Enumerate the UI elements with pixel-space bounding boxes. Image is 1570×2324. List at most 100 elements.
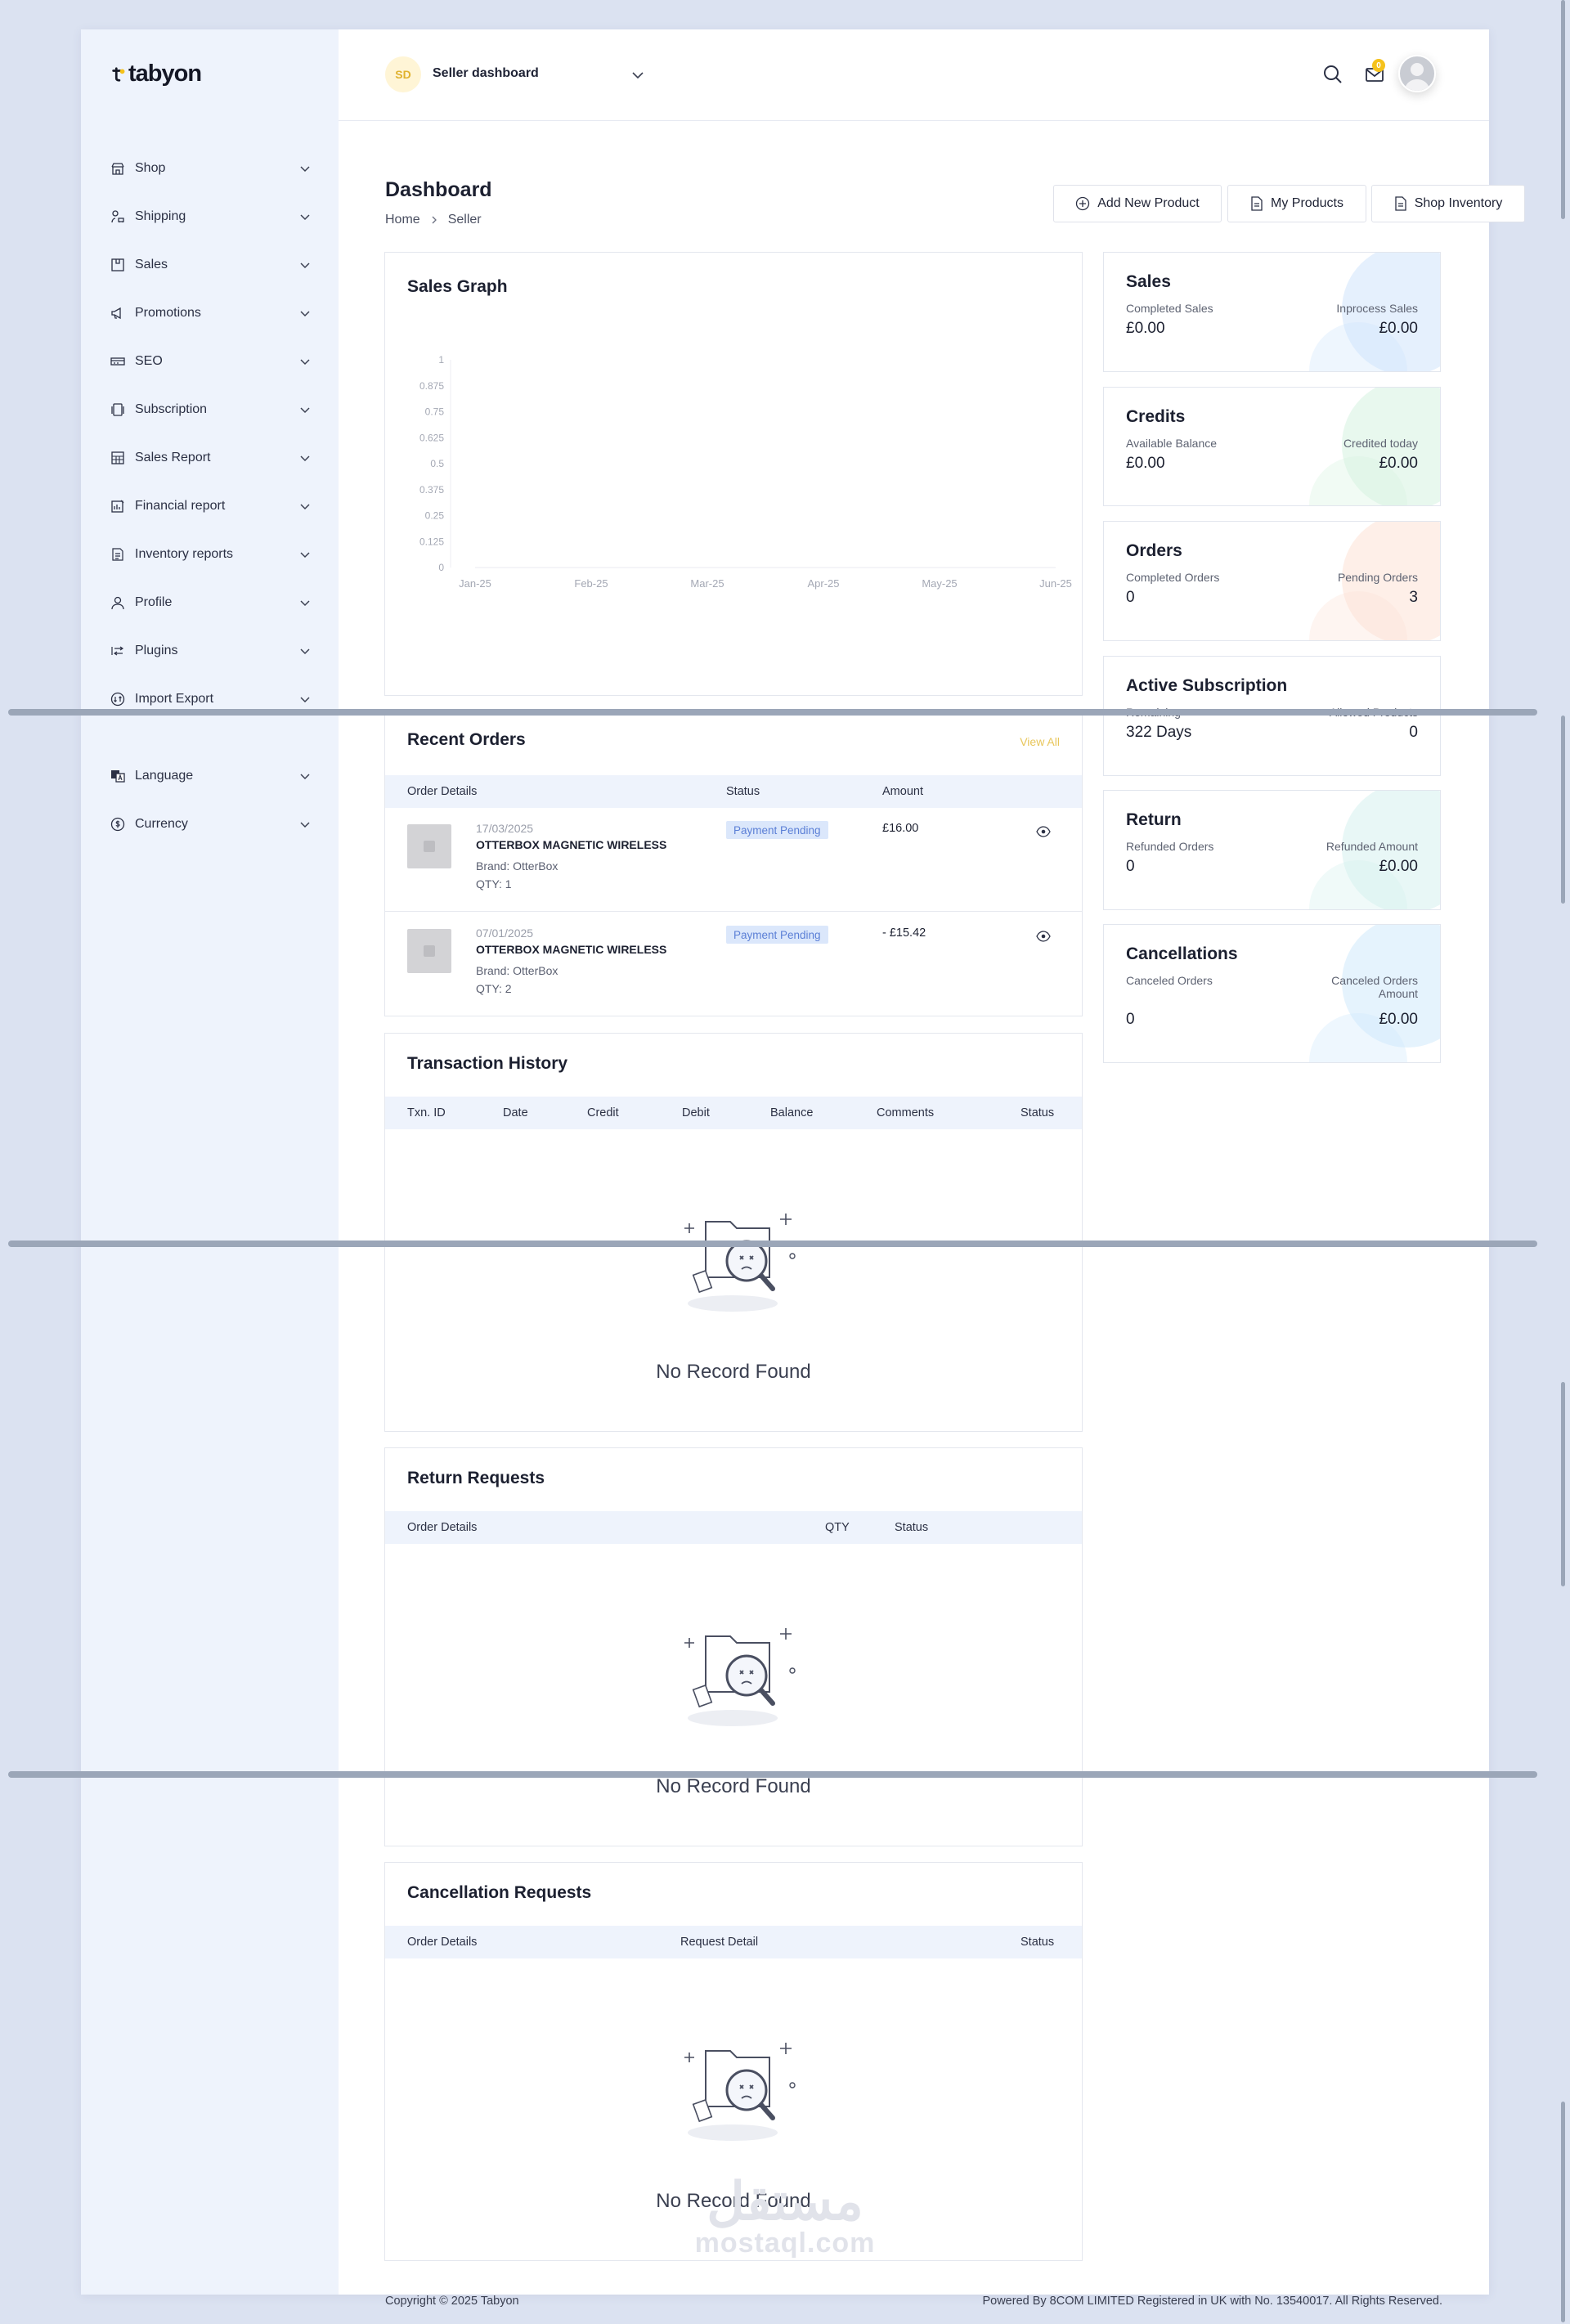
- x-tick-label: Mar-25: [690, 577, 724, 590]
- product-brand: Brand: OtterBox: [476, 859, 558, 873]
- plugin-icon: [110, 644, 125, 658]
- recent-orders-card: Recent Orders View All Order Details Sta…: [384, 711, 1083, 1016]
- stat-right-value: 3: [1409, 589, 1418, 606]
- eye-icon[interactable]: [1036, 826, 1051, 837]
- product-qty: QTY: 2: [476, 982, 512, 995]
- breadcrumb-home[interactable]: Home: [385, 213, 420, 227]
- stat-right-value: 0: [1409, 724, 1418, 741]
- stat-right-label: Inprocess Sales: [1336, 302, 1418, 315]
- chevron-down-icon: [300, 455, 310, 462]
- status-badge: Payment Pending: [726, 821, 828, 839]
- order-date: 07/01/2025: [476, 926, 534, 940]
- plus-circle-icon: [1076, 196, 1090, 211]
- y-tick-label: 1: [438, 354, 444, 366]
- chevron-down-icon: [300, 311, 310, 317]
- app-frame: tabyon Shop Shipping Sales Promotions SE…: [81, 29, 1525, 2308]
- sidebar-item-label: Sales Report: [135, 451, 211, 464]
- import-export-icon: [110, 692, 125, 707]
- product-thumbnail: [407, 824, 451, 868]
- stat-right-value: £0.00: [1379, 1011, 1418, 1028]
- order-amount: £16.00: [882, 822, 919, 835]
- x-tick-label: Jun-25: [1039, 577, 1072, 590]
- stat-title: Sales: [1126, 272, 1171, 291]
- chevron-down-icon: [300, 552, 310, 559]
- shop-inventory-button[interactable]: Shop Inventory: [1371, 185, 1525, 222]
- sidebar-item-label: Shop: [135, 161, 166, 175]
- sidebar-item-sales[interactable]: Sales: [110, 249, 311, 281]
- sales-stat-card: Sales Completed Sales Inprocess Sales £0…: [1103, 252, 1441, 372]
- transaction-history-title: Transaction History: [407, 1054, 568, 1073]
- product-thumbnail: [407, 929, 451, 973]
- table-row[interactable]: 17/03/2025 OTTERBOX MAGNETIC WIRELESS Br…: [385, 808, 1082, 912]
- view-all-link[interactable]: View All: [1020, 735, 1060, 748]
- horizontal-scrollbar[interactable]: [8, 709, 1537, 716]
- vertical-scrollbar[interactable]: [1561, 716, 1565, 904]
- sidebar-item-subscription[interactable]: Subscription: [110, 393, 311, 426]
- sidebar-item-shop[interactable]: Shop: [110, 152, 311, 185]
- stat-left-label: Canceled Orders: [1126, 974, 1213, 987]
- sidebar-item-currency[interactable]: Currency: [110, 808, 311, 841]
- y-tick-label: 0.625: [419, 432, 444, 443]
- sidebar-item-promotions[interactable]: Promotions: [110, 297, 311, 330]
- logo[interactable]: tabyon: [110, 61, 202, 87]
- stat-left-value: 322 Days: [1126, 724, 1192, 741]
- box-icon: [110, 258, 125, 272]
- chevron-down-icon: [300, 600, 310, 607]
- avatar[interactable]: [1398, 55, 1436, 92]
- sidebar-item-inventory-reports[interactable]: Inventory reports: [110, 538, 311, 571]
- stat-left-label: Completed Sales: [1126, 302, 1213, 315]
- my-products-button[interactable]: My Products: [1227, 185, 1366, 222]
- breadcrumb-seller: Seller: [447, 213, 482, 227]
- stat-left-value: 0: [1126, 589, 1135, 606]
- breadcrumb: Home Seller: [385, 213, 482, 227]
- sidebar-item-label: Promotions: [135, 306, 201, 320]
- sidebar-item-label: Import Export: [135, 692, 214, 706]
- product-name[interactable]: OTTERBOX MAGNETIC WIRELESS: [476, 838, 666, 851]
- y-tick-label: 0.25: [425, 510, 445, 522]
- document-icon: [1251, 196, 1263, 211]
- vertical-scrollbar[interactable]: [1561, 0, 1565, 219]
- truck-icon: [110, 209, 125, 224]
- cancellation-requests-header: Order Details Request Detail Status: [385, 1926, 1082, 1958]
- sidebar-item-financial-report[interactable]: Financial report: [110, 490, 311, 523]
- sales-chart: 0 0.125 0.25 0.375 0.5 0.625 0.75 0.875 1 Jan-25 F…: [419, 354, 1072, 590]
- sidebar-item-label: Subscription: [135, 402, 208, 416]
- vertical-scrollbar[interactable]: [1561, 1382, 1565, 1586]
- stat-right-value: £0.00: [1379, 858, 1418, 875]
- col-request-detail: Request Detail: [680, 1936, 759, 1949]
- sidebar-item-seo[interactable]: SEO: [110, 345, 311, 378]
- col-balance: Balance: [770, 1106, 814, 1119]
- stat-title: Orders: [1126, 541, 1182, 560]
- footer-powered-by: Powered By 8COM LIMITED Registered in UK…: [982, 2295, 1442, 2308]
- recent-orders-title: Recent Orders: [407, 730, 526, 749]
- seller-badge: SD: [385, 56, 421, 92]
- horizontal-scrollbar[interactable]: [8, 1241, 1537, 1247]
- chevron-down-icon: [300, 214, 310, 221]
- y-tick-label: 0.5: [430, 458, 444, 469]
- sidebar-item-label: Currency: [135, 817, 188, 831]
- sidebar-item-label: Sales: [135, 258, 168, 271]
- table-row[interactable]: 07/01/2025 OTTERBOX MAGNETIC WIRELESS Br…: [385, 913, 1082, 1016]
- stat-right-label: Pending Orders: [1337, 571, 1418, 584]
- chevron-down-icon[interactable]: [630, 68, 645, 83]
- product-name[interactable]: OTTERBOX MAGNETIC WIRELESS: [476, 943, 666, 956]
- sidebar-item-profile[interactable]: Profile: [110, 586, 311, 619]
- search-icon[interactable]: [1322, 64, 1343, 85]
- add-new-product-button[interactable]: Add New Product: [1053, 185, 1222, 222]
- sidebar-item-plugins[interactable]: Plugins: [110, 635, 311, 667]
- stat-left-label: Refunded Orders: [1126, 840, 1214, 853]
- col-order-details: Order Details: [407, 785, 478, 798]
- sidebar-item-label: Plugins: [135, 644, 178, 657]
- horizontal-scrollbar[interactable]: [8, 1771, 1537, 1778]
- stat-left-value: £0.00: [1126, 455, 1165, 472]
- stat-title: Credits: [1126, 407, 1186, 426]
- eye-icon[interactable]: [1036, 931, 1051, 942]
- credits-stat-card: Credits Available Balance Credited today…: [1103, 387, 1441, 506]
- vertical-scrollbar[interactable]: [1561, 2102, 1565, 2322]
- sales-graph-card: Sales Graph 0 0.125 0.25 0.375 0.5 0.625 0.75 0…: [384, 252, 1083, 696]
- sidebar-item-shipping[interactable]: Shipping: [110, 200, 311, 233]
- dashboard-select[interactable]: Seller dashboard: [433, 66, 539, 81]
- y-tick-label: 0.125: [419, 536, 444, 547]
- sidebar-item-language[interactable]: Language: [110, 760, 311, 792]
- sidebar-item-sales-report[interactable]: Sales Report: [110, 442, 311, 474]
